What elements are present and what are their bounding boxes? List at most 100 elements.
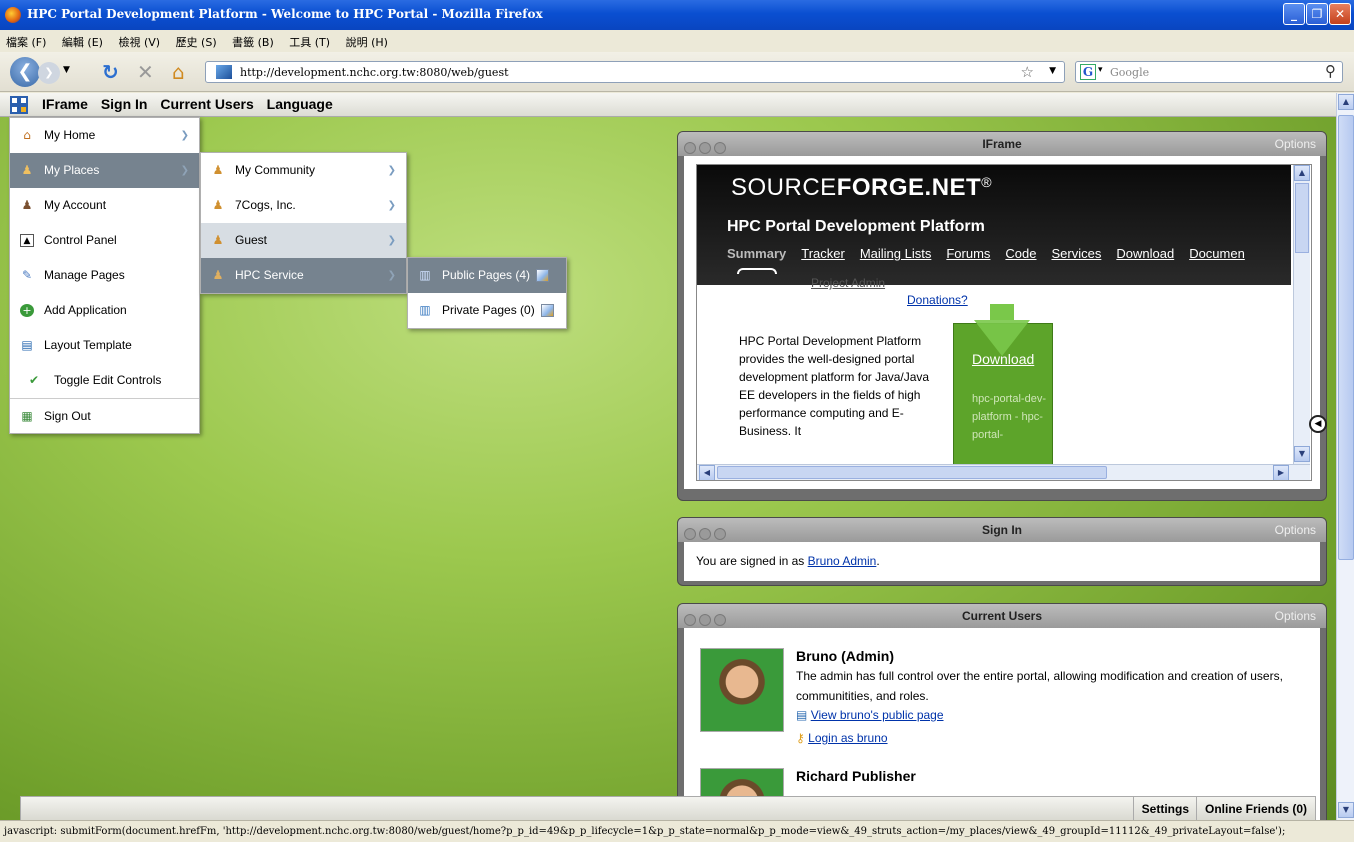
- menu-edit[interactable]: 編輯 (E): [56, 30, 109, 50]
- menu-item-manage-pages[interactable]: ✎ Manage Pages: [10, 258, 199, 293]
- chevron-right-icon: ❯: [180, 130, 189, 141]
- avatar[interactable]: [700, 648, 784, 732]
- users-icon: ♟: [21, 163, 33, 177]
- scroll-left-icon[interactable]: ◀: [699, 465, 715, 480]
- portlet-header: Current Users Options: [678, 604, 1326, 628]
- close-button[interactable]: ✕: [1329, 3, 1351, 25]
- iframe-horizontal-scrollbar[interactable]: ◀ ▶: [697, 464, 1310, 480]
- restore-button[interactable]: ❐: [1306, 3, 1328, 25]
- dockbar-menu-icon[interactable]: [10, 96, 28, 114]
- tab-tracker[interactable]: Tracker: [801, 246, 845, 261]
- google-engine-icon[interactable]: G: [1080, 64, 1096, 80]
- engine-dropdown-icon[interactable]: ▾: [1098, 65, 1103, 75]
- url-bar[interactable]: http://development.nchc.org.tw:8080/web/…: [205, 61, 1065, 83]
- hscroll-thumb[interactable]: [717, 466, 1107, 479]
- project-admin-link[interactable]: Project Admin: [811, 276, 885, 290]
- scroll-up-icon[interactable]: ▲: [1294, 165, 1310, 181]
- menu-tools[interactable]: 工具 (T): [283, 30, 336, 50]
- options-link[interactable]: Options: [1275, 604, 1316, 628]
- forward-button[interactable]: ❯: [38, 62, 60, 84]
- reload-icon[interactable]: ↻: [102, 60, 119, 84]
- menu-item-add-application[interactable]: + Add Application: [10, 293, 199, 328]
- browser-scrollbar[interactable]: ▲ ▼: [1336, 93, 1354, 820]
- iframe-portlet: IFrame Options SOURCEFORGE.NET® HPC Port…: [677, 131, 1327, 501]
- chevron-right-icon: ❯: [387, 235, 396, 246]
- menu-item-layout-template[interactable]: ▤ Layout Template: [10, 328, 199, 363]
- dockbar-item-language[interactable]: Language: [267, 96, 333, 112]
- menu-history[interactable]: 歷史 (S): [170, 30, 223, 50]
- options-link[interactable]: Options: [1275, 132, 1316, 156]
- menu-file[interactable]: 檔案 (F): [0, 30, 52, 50]
- signed-in-user-link[interactable]: Bruno Admin: [808, 554, 877, 568]
- scroll-down-icon[interactable]: ▼: [1294, 446, 1310, 462]
- scroll-up-icon[interactable]: ▲: [1338, 94, 1354, 110]
- community-icon: ♟: [212, 233, 224, 247]
- stop-icon[interactable]: ✕: [137, 60, 154, 84]
- search-icon[interactable]: ⚲: [1325, 62, 1336, 80]
- scroll-right-icon[interactable]: ▶: [1273, 465, 1289, 480]
- chevron-right-icon: ❯: [387, 165, 396, 176]
- menu-item-my-account[interactable]: ♟ My Account: [10, 188, 199, 223]
- place-hpc-service[interactable]: ♟ HPC Service ❯: [201, 258, 406, 293]
- tab-forums[interactable]: Forums: [946, 246, 990, 261]
- view-public-page-link[interactable]: View bruno's public page: [811, 708, 944, 722]
- menu-help[interactable]: 說明 (H): [340, 30, 394, 50]
- public-pages-item[interactable]: ▥ Public Pages (4): [408, 258, 566, 293]
- place-7cogs[interactable]: ♟ 7Cogs, Inc. ❯: [201, 188, 406, 223]
- dockbar-item-iframe[interactable]: IFrame: [42, 96, 88, 112]
- options-link[interactable]: Options: [1275, 518, 1316, 542]
- firefox-icon: [5, 7, 21, 23]
- edit-pages-icon[interactable]: [536, 269, 550, 283]
- place-my-community[interactable]: ♟ My Community ❯: [201, 153, 406, 188]
- scroll-thumb[interactable]: [1295, 183, 1309, 253]
- dockbar-items: IFrame Sign In Current Users Language: [42, 96, 342, 112]
- home-icon[interactable]: ⌂: [172, 60, 185, 84]
- settings-button[interactable]: Settings: [1132, 797, 1197, 820]
- bookmark-star-icon[interactable]: ☆: [1021, 63, 1034, 81]
- private-pages-item[interactable]: ▥ Private Pages (0): [408, 293, 566, 328]
- minimize-button[interactable]: _: [1283, 3, 1305, 25]
- home-icon: ⌂: [23, 128, 31, 142]
- donations-link[interactable]: Donations?: [907, 293, 968, 307]
- menu-item-toggle-edit[interactable]: ✔ Toggle Edit Controls: [10, 363, 199, 398]
- user-name: Richard Publisher: [796, 768, 916, 784]
- tab-documentation[interactable]: Documen: [1189, 246, 1245, 261]
- tab-summary[interactable]: Summary: [727, 246, 786, 261]
- menu-item-my-home[interactable]: ⌂ My Home ❯: [10, 118, 199, 153]
- search-placeholder[interactable]: Google: [1110, 66, 1149, 79]
- url-text[interactable]: http://development.nchc.org.tw:8080/web/…: [240, 66, 509, 79]
- history-dropdown-icon[interactable]: ▼: [63, 65, 70, 75]
- search-box[interactable]: G ▾ Google ⚲: [1075, 61, 1343, 83]
- user-description: The admin has full control over the enti…: [796, 669, 1283, 703]
- place-guest[interactable]: ♟ Guest ❯: [201, 223, 406, 258]
- download-link[interactable]: Download: [972, 351, 1034, 367]
- menu-item-my-places[interactable]: ♟ My Places ❯: [10, 153, 199, 188]
- dockbar-item-current-users[interactable]: Current Users: [160, 96, 253, 112]
- chevron-right-icon: ❯: [387, 270, 396, 281]
- online-friends-button[interactable]: Online Friends (0): [1195, 797, 1315, 820]
- menu-bookmarks[interactable]: 書籤 (B): [226, 30, 280, 50]
- tab-code[interactable]: Code: [1005, 246, 1036, 261]
- view-public-page-row: ▤ View bruno's public page: [796, 708, 944, 722]
- tab-download[interactable]: Download: [1116, 246, 1174, 261]
- url-dropdown-icon[interactable]: ▼: [1049, 66, 1056, 76]
- menu-view[interactable]: 檢視 (V): [112, 30, 166, 50]
- download-box[interactable]: Download hpc-portal-dev-platform - hpc-p…: [953, 304, 1053, 468]
- scroll-down-icon[interactable]: ▼: [1338, 802, 1354, 818]
- dockbar-item-signin[interactable]: Sign In: [101, 96, 148, 112]
- back-button[interactable]: ❮: [10, 57, 40, 87]
- login-as-link[interactable]: Login as bruno: [808, 731, 887, 745]
- portlet-title: IFrame: [982, 137, 1022, 151]
- menu-item-control-panel[interactable]: ▲ Control Panel: [10, 223, 199, 258]
- portlet-body: Bruno (Admin) The admin has full control…: [684, 628, 1320, 820]
- menu-item-sign-out[interactable]: ▦ Sign Out: [10, 398, 199, 433]
- collapse-left-icon[interactable]: ◀: [1309, 415, 1327, 433]
- edit-pages-icon[interactable]: [540, 304, 554, 318]
- tab-mailing-lists[interactable]: Mailing Lists: [860, 246, 932, 261]
- scroll-thumb[interactable]: [1338, 115, 1354, 560]
- window-dots-icon: [684, 524, 729, 548]
- main-menu: ⌂ My Home ❯ ♟ My Places ❯ ♟ My Account ▲ Contr…: [9, 117, 200, 434]
- tab-services[interactable]: Services: [1052, 246, 1102, 261]
- portlet-body: You are signed in as Bruno Admin.: [684, 542, 1320, 581]
- iframe-vertical-scrollbar[interactable]: ▲ ▼: [1293, 165, 1310, 464]
